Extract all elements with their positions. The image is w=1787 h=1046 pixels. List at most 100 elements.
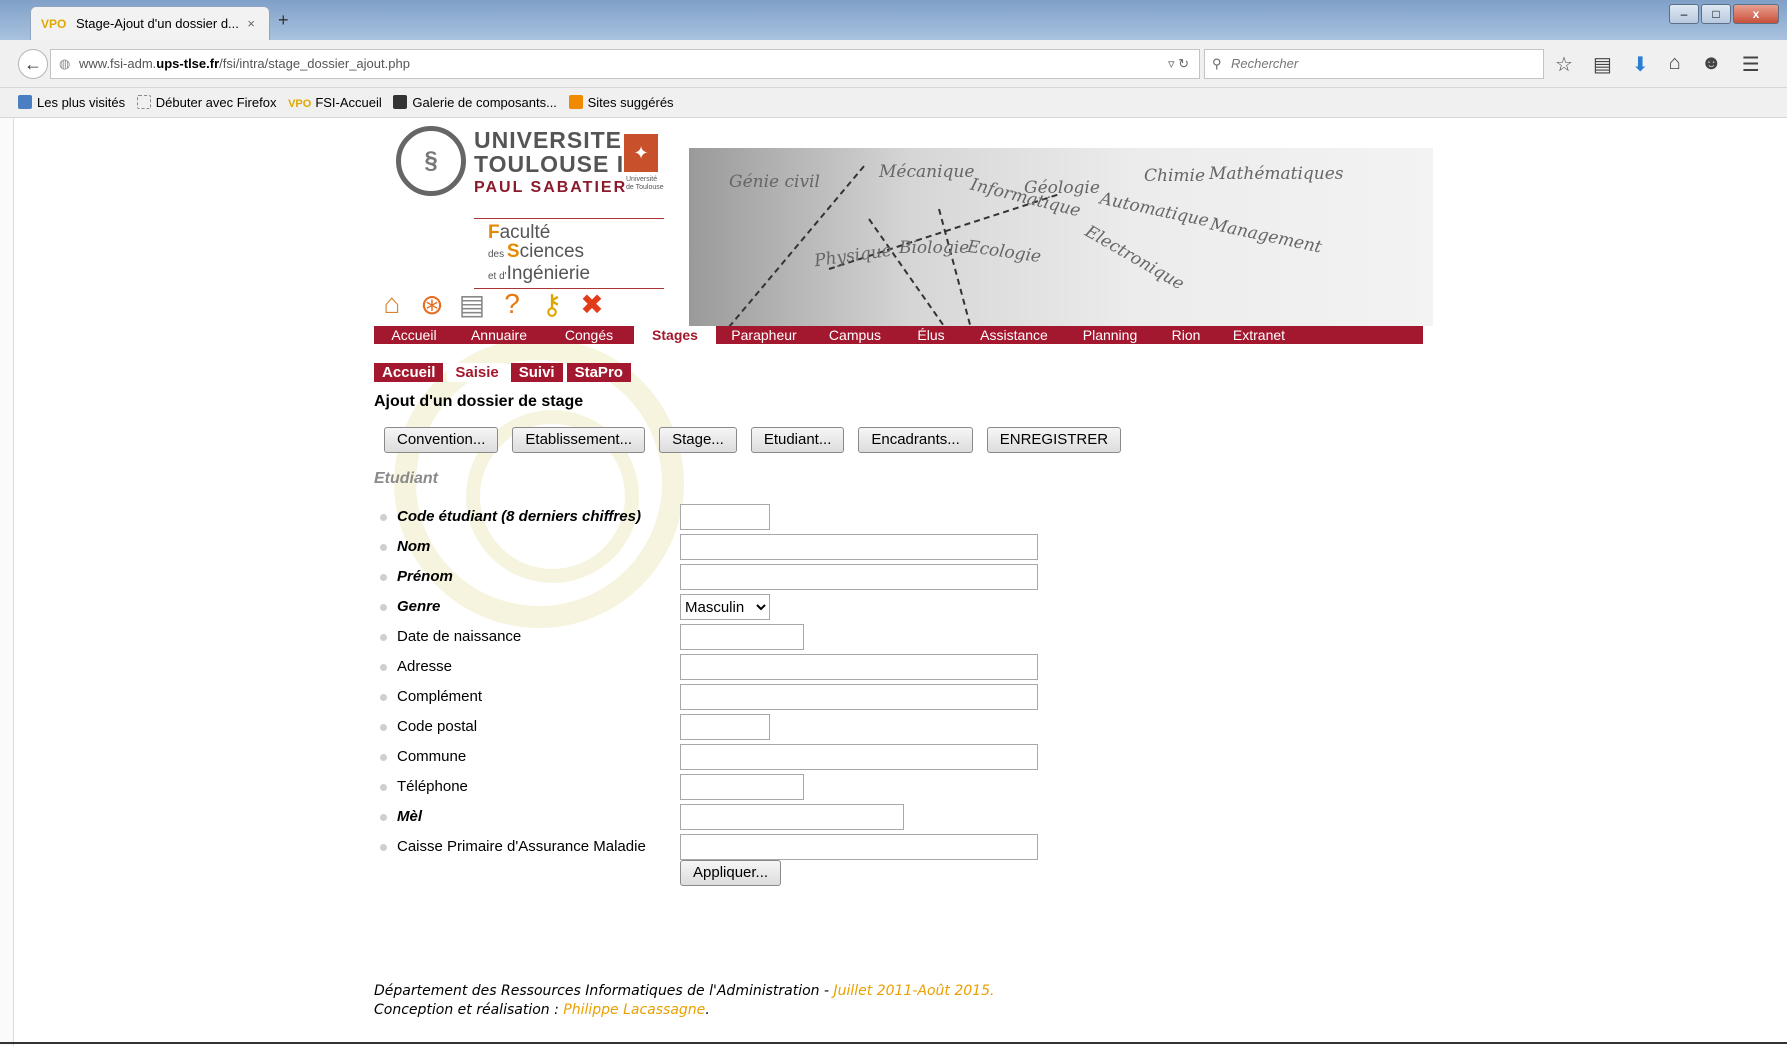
bullet-icon (380, 814, 387, 821)
left-scroll-strip (0, 118, 14, 1046)
menu-elus[interactable]: Élus (898, 326, 964, 344)
tel-label: Téléphone (397, 778, 468, 795)
page-tool-icons: ⌂ ⊛ ▤ ? ⚷ ✖ (376, 288, 608, 321)
tab-title: Stage-Ajout d'un dossier d... (75, 16, 239, 31)
download-icon[interactable]: ⬇ (1632, 52, 1649, 77)
submenu-stapro[interactable]: StaPro (566, 363, 631, 382)
submenu-accueil[interactable]: Accueil (374, 363, 444, 382)
gallery-icon (393, 95, 408, 109)
footer-line2: Conception et réalisation : (374, 1002, 564, 1018)
menu-stages[interactable]: Stages (634, 326, 716, 344)
bullet-icon (380, 544, 387, 551)
form-row-mel: Mèl (374, 804, 1074, 830)
menu-annuaire[interactable]: Annuaire (454, 326, 544, 344)
bullet-icon (380, 664, 387, 671)
form-row-nom: Nom (374, 534, 1074, 560)
banner-line (868, 218, 968, 326)
menu-assistance[interactable]: Assistance (964, 326, 1064, 344)
banner-word: Mathématiques (1209, 164, 1344, 184)
submenu-suivi[interactable]: Suivi (510, 363, 563, 382)
form-row-cpam: Caisse Primaire d'Assurance Maladie (374, 834, 1074, 860)
form-row-commune: Commune (374, 744, 1074, 770)
menu-conges[interactable]: Congés (544, 326, 634, 344)
faculty-logo: Faculté des Sciences et d'Ingénierie (474, 218, 664, 289)
menu-parapheur[interactable]: Parapheur (716, 326, 812, 344)
nom-input[interactable] (680, 534, 1038, 560)
reload-icon[interactable]: ▿ ↻ (1168, 50, 1189, 78)
bookmark-star-icon[interactable]: ☆ (1555, 52, 1573, 77)
menu-campus[interactable]: Campus (812, 326, 898, 344)
date-naissance-input[interactable] (680, 624, 804, 650)
key-icon[interactable]: ⚷ (536, 288, 568, 321)
bullet-icon (380, 634, 387, 641)
university-name: UNIVERSITE TOULOUSE III PAUL SABATIER (474, 128, 639, 200)
etablissement-button[interactable]: Etablissement... (512, 427, 646, 453)
chat-icon[interactable]: ☻ (1701, 52, 1722, 77)
menu-planning[interactable]: Planning (1064, 326, 1156, 344)
banner-word: Ecologie (965, 236, 1043, 268)
reading-list-icon[interactable]: ▤ (1593, 52, 1612, 77)
bookmark-suggested[interactable]: Sites suggérés (568, 95, 674, 110)
appliquer-button[interactable]: Appliquer... (680, 860, 782, 886)
commune-input[interactable] (680, 744, 1038, 770)
menu-accueil[interactable]: Accueil (374, 326, 454, 344)
telephone-input[interactable] (680, 774, 804, 800)
cpam-input[interactable] (680, 834, 1038, 860)
submenu-saisie[interactable]: Saisie (447, 363, 507, 382)
bookmark-getting-started[interactable]: Débuter avec Firefox (136, 95, 276, 110)
back-button[interactable]: ← (18, 49, 48, 79)
encadrants-button[interactable]: Encadrants... (858, 427, 973, 453)
minimize-button[interactable]: – (1669, 4, 1699, 24)
bookmark-fsi-accueil[interactable]: VPO FSI-Accueil (288, 95, 382, 110)
menu-icon[interactable]: ☰ (1742, 52, 1760, 77)
search-bar[interactable]: ⚲ Rechercher (1204, 49, 1544, 79)
code-postal-input[interactable] (680, 714, 770, 740)
etudiant-button[interactable]: Etudiant... (750, 427, 845, 453)
code-etudiant-input[interactable] (680, 504, 770, 530)
cp-label: Code postal (397, 718, 478, 735)
stage-button[interactable]: Stage... (659, 427, 737, 453)
crest-icon: ✦ (624, 134, 658, 172)
banner-word: Electronique (1081, 221, 1188, 295)
adresse-input[interactable] (680, 654, 1038, 680)
back-arrow-icon: ← (24, 54, 42, 74)
banner-word: Génie civil (729, 172, 820, 192)
naissance-label: Date de naissance (397, 628, 522, 645)
cpam-label: Caisse Primaire d'Assurance Maladie (397, 838, 646, 855)
help-icon[interactable]: ? (496, 288, 528, 321)
document-icon[interactable]: ▤ (456, 288, 488, 321)
convention-button[interactable]: Convention... (384, 427, 499, 453)
banner-word: Chimie (1144, 166, 1206, 186)
footer-date: Juillet 2011-Août 2015. (833, 983, 995, 999)
browser-tab[interactable]: VPO Stage-Ajout d'un dossier d... × (30, 6, 270, 40)
mel-input[interactable] (680, 804, 904, 830)
home-icon[interactable]: ⌂ (376, 288, 408, 321)
nom-label: Nom (397, 538, 431, 555)
complement-input[interactable] (680, 684, 1038, 710)
prenom-input[interactable] (680, 564, 1038, 590)
form-row-cp: Code postal (374, 714, 1074, 740)
footer-line1: Département des Ressources Informatiques… (374, 983, 834, 999)
close-icon[interactable]: ✖ (576, 288, 608, 321)
home-icon[interactable]: ⌂ (1669, 52, 1681, 77)
bookmark-most-visited[interactable]: Les plus visités (18, 95, 125, 110)
menu-extranet[interactable]: Extranet (1216, 326, 1302, 344)
main-menu: Accueil Annuaire Congés Stages Parapheur… (374, 326, 1423, 344)
suggested-icon (568, 95, 583, 109)
maximize-button[interactable]: □ (1701, 4, 1731, 24)
url-bar[interactable]: ◍ www.fsi-adm.ups-tlse.fr/fsi/intra/stag… (50, 49, 1200, 79)
disciplines-banner: Génie civil Mécanique Informatique Géolo… (689, 148, 1433, 326)
page-content: § UNIVERSITE TOULOUSE III PAUL SABATIER … (374, 118, 1434, 1018)
close-tab-icon[interactable]: × (247, 16, 255, 31)
footer-author-link[interactable]: Philippe Lacassagne (563, 1002, 705, 1018)
genre-select[interactable]: Masculin (680, 594, 770, 620)
lifebuoy-icon[interactable]: ⊛ (416, 288, 448, 321)
enregistrer-button[interactable]: ENREGISTRER (986, 427, 1122, 453)
form-row-prenom: Prénom (374, 564, 1074, 590)
new-tab-button[interactable]: + (278, 10, 289, 31)
page-footer: Département des Ressources Informatiques… (374, 983, 995, 1018)
bookmark-gallery[interactable]: Galerie de composants... (393, 95, 557, 110)
menu-rion[interactable]: Rion (1156, 326, 1216, 344)
close-window-button[interactable]: x (1733, 4, 1779, 24)
prenom-label: Prénom (397, 568, 453, 585)
